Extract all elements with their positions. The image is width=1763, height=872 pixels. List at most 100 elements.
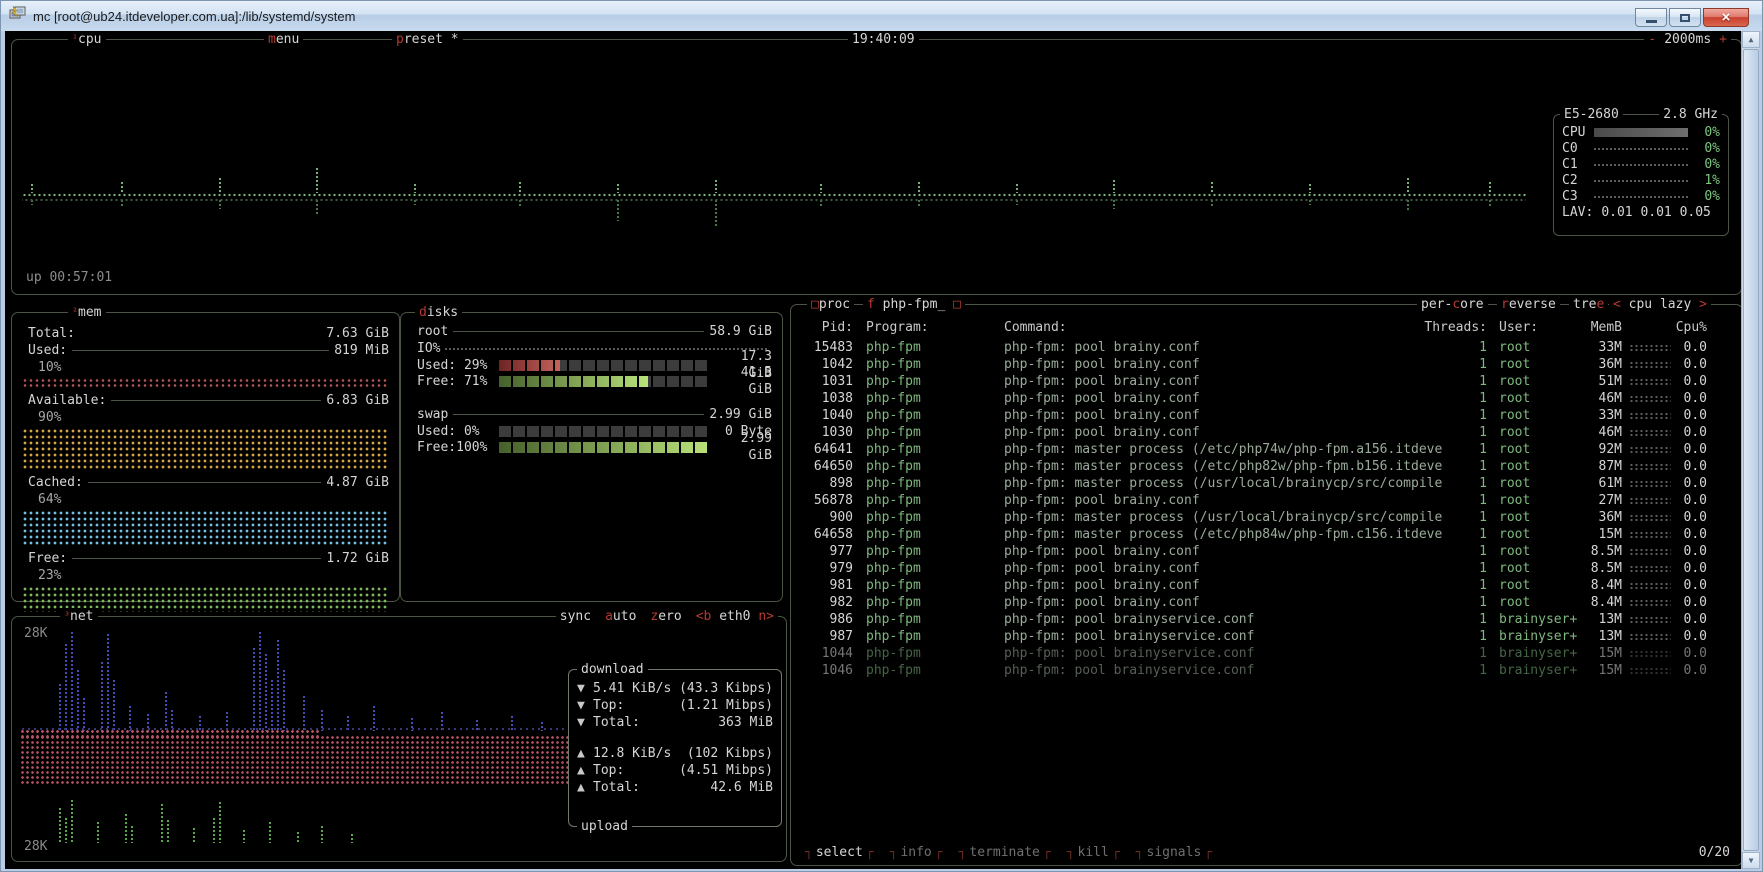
cpu-model-label: E5-2680 [1560,106,1623,123]
mem-box-title[interactable]: ²mem [68,304,106,321]
proc-row[interactable]: 1040php-fpmphp-fpm: pool brainy.conf1roo… [791,407,1742,424]
sort-selector: < cpu lazy > [1609,296,1711,313]
column-program[interactable]: Program: [866,319,996,336]
maximize-button[interactable] [1669,8,1701,27]
disk-used-bar [499,360,709,371]
clock: 19:40:09 [848,31,919,48]
minimize-button[interactable] [1635,8,1667,27]
net-prev-interface-button[interactable]: <b [696,609,712,624]
proc-box-title[interactable]: □proc [807,296,854,313]
proc-row[interactable]: 1038php-fpmphp-fpm: pool brainy.conf1roo… [791,390,1742,407]
signals-button[interactable]: signals [1136,844,1212,861]
proc-row[interactable]: 64658php-fpmphp-fpm: master process (/et… [791,526,1742,543]
mem-free-row: Free:1.72 GiB [12,550,399,567]
column-threads[interactable]: Threads: [1401,319,1487,336]
upload-arrow-icon: ▲ [577,745,593,762]
title-bar: mc [root@ub24.itdeveloper.com.ua]:/lib/s… [1,1,1762,31]
proc-filter-clear-icon[interactable]: □ [953,297,961,312]
upload-panel-title: upload [577,818,632,835]
download-total-row: ▼ Total: 363 MiB [577,714,773,731]
sort-next-button[interactable]: > [1699,297,1707,312]
select-button[interactable]: select [805,844,874,861]
disks-box-title[interactable]: disks [415,304,462,321]
proc-rows: 15483php-fpmphp-fpm: pool brainy.conf1ro… [791,339,1742,835]
tree-toggle[interactable]: tree [1569,296,1608,313]
net-next-interface-button[interactable]: n> [758,609,774,624]
mem-total-row: Total:7.63 GiB [12,325,399,342]
kill-button[interactable]: kill [1067,844,1120,861]
column-cpu[interactable]: Cpu% [1659,319,1707,336]
mem-cached-graph [22,510,389,546]
disk-swap-row: swap2.99 GiB [401,406,782,423]
interval-increase-button[interactable]: + [1719,31,1727,48]
net-upload-graph-low [20,787,440,843]
proc-row[interactable]: 1046php-fpmphp-fpm: pool brainyservice.c… [791,662,1742,679]
proc-filter[interactable]: f php-fpm_ □ [863,296,965,313]
download-speed-row: ▼ 5.41 KiB/s (43.3 Kibps) [577,680,773,697]
net-info-panel: download ▼ 5.41 KiB/s (43.3 Kibps) ▼ Top… [568,669,782,827]
scrollbar[interactable]: ▲ ▼ [1741,31,1759,869]
preset-button[interactable]: preset * [392,31,463,48]
net-sync-button[interactable]: sync [560,608,591,625]
net-box-title[interactable]: ³net [60,608,98,625]
proc-row[interactable]: 56878php-fpmphp-fpm: pool brainy.conf1ro… [791,492,1742,509]
terminal: ¹cpu menu preset * 19:40:09 - 2000ms + u… [5,31,1743,869]
uptime-label: up 00:57:01 [26,269,112,286]
scroll-up-arrow-icon[interactable]: ▲ [1742,31,1760,48]
scroll-down-arrow-icon[interactable]: ▼ [1742,852,1760,869]
upload-arrow-icon: ▲ [577,779,593,796]
mem-available-row: Available:6.83 GiB [12,392,399,409]
proc-row[interactable]: 977php-fpmphp-fpm: pool brainy.conf1root… [791,543,1742,560]
menu-button[interactable]: menu [264,31,303,48]
proc-row[interactable]: 986php-fpmphp-fpm: pool brainyservice.co… [791,611,1742,628]
load-average: LAV:0.01 0.01 0.05 [1554,204,1728,220]
proc-row[interactable]: 64650php-fpmphp-fpm: master process (/et… [791,458,1742,475]
disk-root-row: root58.9 GiB [401,323,782,340]
close-button[interactable]: × [1703,8,1749,27]
proc-row[interactable]: 64641php-fpmphp-fpm: master process (/et… [791,441,1742,458]
sort-prev-button[interactable]: < [1613,297,1621,312]
proc-row[interactable]: 981php-fpmphp-fpm: pool brainy.conf1root… [791,577,1742,594]
core-meter: C00% [1554,140,1728,156]
terminate-button[interactable]: terminate [959,844,1051,861]
upload-arrow-icon: ▲ [577,762,593,779]
column-pid[interactable]: Pid: [797,319,853,336]
interval-value: 2000ms [1664,31,1711,48]
cpu-total-meter: CPU 0% [1554,124,1728,140]
cpu-box: ¹cpu menu preset * 19:40:09 - 2000ms + u… [11,39,1742,295]
mem-cached-percent: 64% [12,491,399,508]
proc-filter-input[interactable]: php-fpm_ [883,297,946,312]
proc-row[interactable]: 15483php-fpmphp-fpm: pool brainy.conf1ro… [791,339,1742,356]
scrollbar-thumb[interactable] [1743,49,1759,851]
proc-row[interactable]: 979php-fpmphp-fpm: pool brainy.conf1root… [791,560,1742,577]
proc-row[interactable]: 1030php-fpmphp-fpm: pool brainy.conf1roo… [791,424,1742,441]
proc-row[interactable]: 1031php-fpmphp-fpm: pool brainy.conf1roo… [791,373,1742,390]
preset-star: * [451,32,459,47]
download-arrow-icon: ▼ [577,714,593,731]
interval-decrease-button[interactable]: - [1648,31,1656,48]
close-icon: × [1722,10,1731,25]
info-button[interactable]: info [890,844,943,861]
proc-row[interactable]: 987php-fpmphp-fpm: pool brainyservice.co… [791,628,1742,645]
net-interface-name: eth0 [719,609,750,624]
proc-row[interactable]: 900php-fpmphp-fpm: master process (/usr/… [791,509,1742,526]
net-auto-button[interactable]: auto [605,608,636,625]
proc-row[interactable]: 1044php-fpmphp-fpm: pool brainyservice.c… [791,645,1742,662]
core-meter: C30% [1554,188,1728,204]
proc-row[interactable]: 898php-fpmphp-fpm: master process (/usr/… [791,475,1742,492]
swap-free-bar [499,442,709,453]
per-core-toggle[interactable]: per-core [1417,296,1488,313]
cpu-box-title[interactable]: ¹cpu [68,31,106,48]
proc-row[interactable]: 1042php-fpmphp-fpm: pool brainy.conf1roo… [791,356,1742,373]
proc-row[interactable]: 982php-fpmphp-fpm: pool brainy.conf1root… [791,594,1742,611]
download-arrow-icon: ▼ [577,697,593,714]
upload-top-row: ▲ Top: (4.51 Mibps) [577,762,773,779]
reverse-toggle[interactable]: reverse [1497,296,1560,313]
net-interface-switch: <b eth0 n> [696,608,774,625]
maximize-icon [1680,14,1690,22]
net-download-graph [20,625,568,731]
column-mem[interactable]: MemB [1553,319,1622,336]
cpu-meter-bar [1594,128,1688,137]
column-command[interactable]: Command: [1004,319,1456,336]
net-zero-button[interactable]: zero [650,608,681,625]
